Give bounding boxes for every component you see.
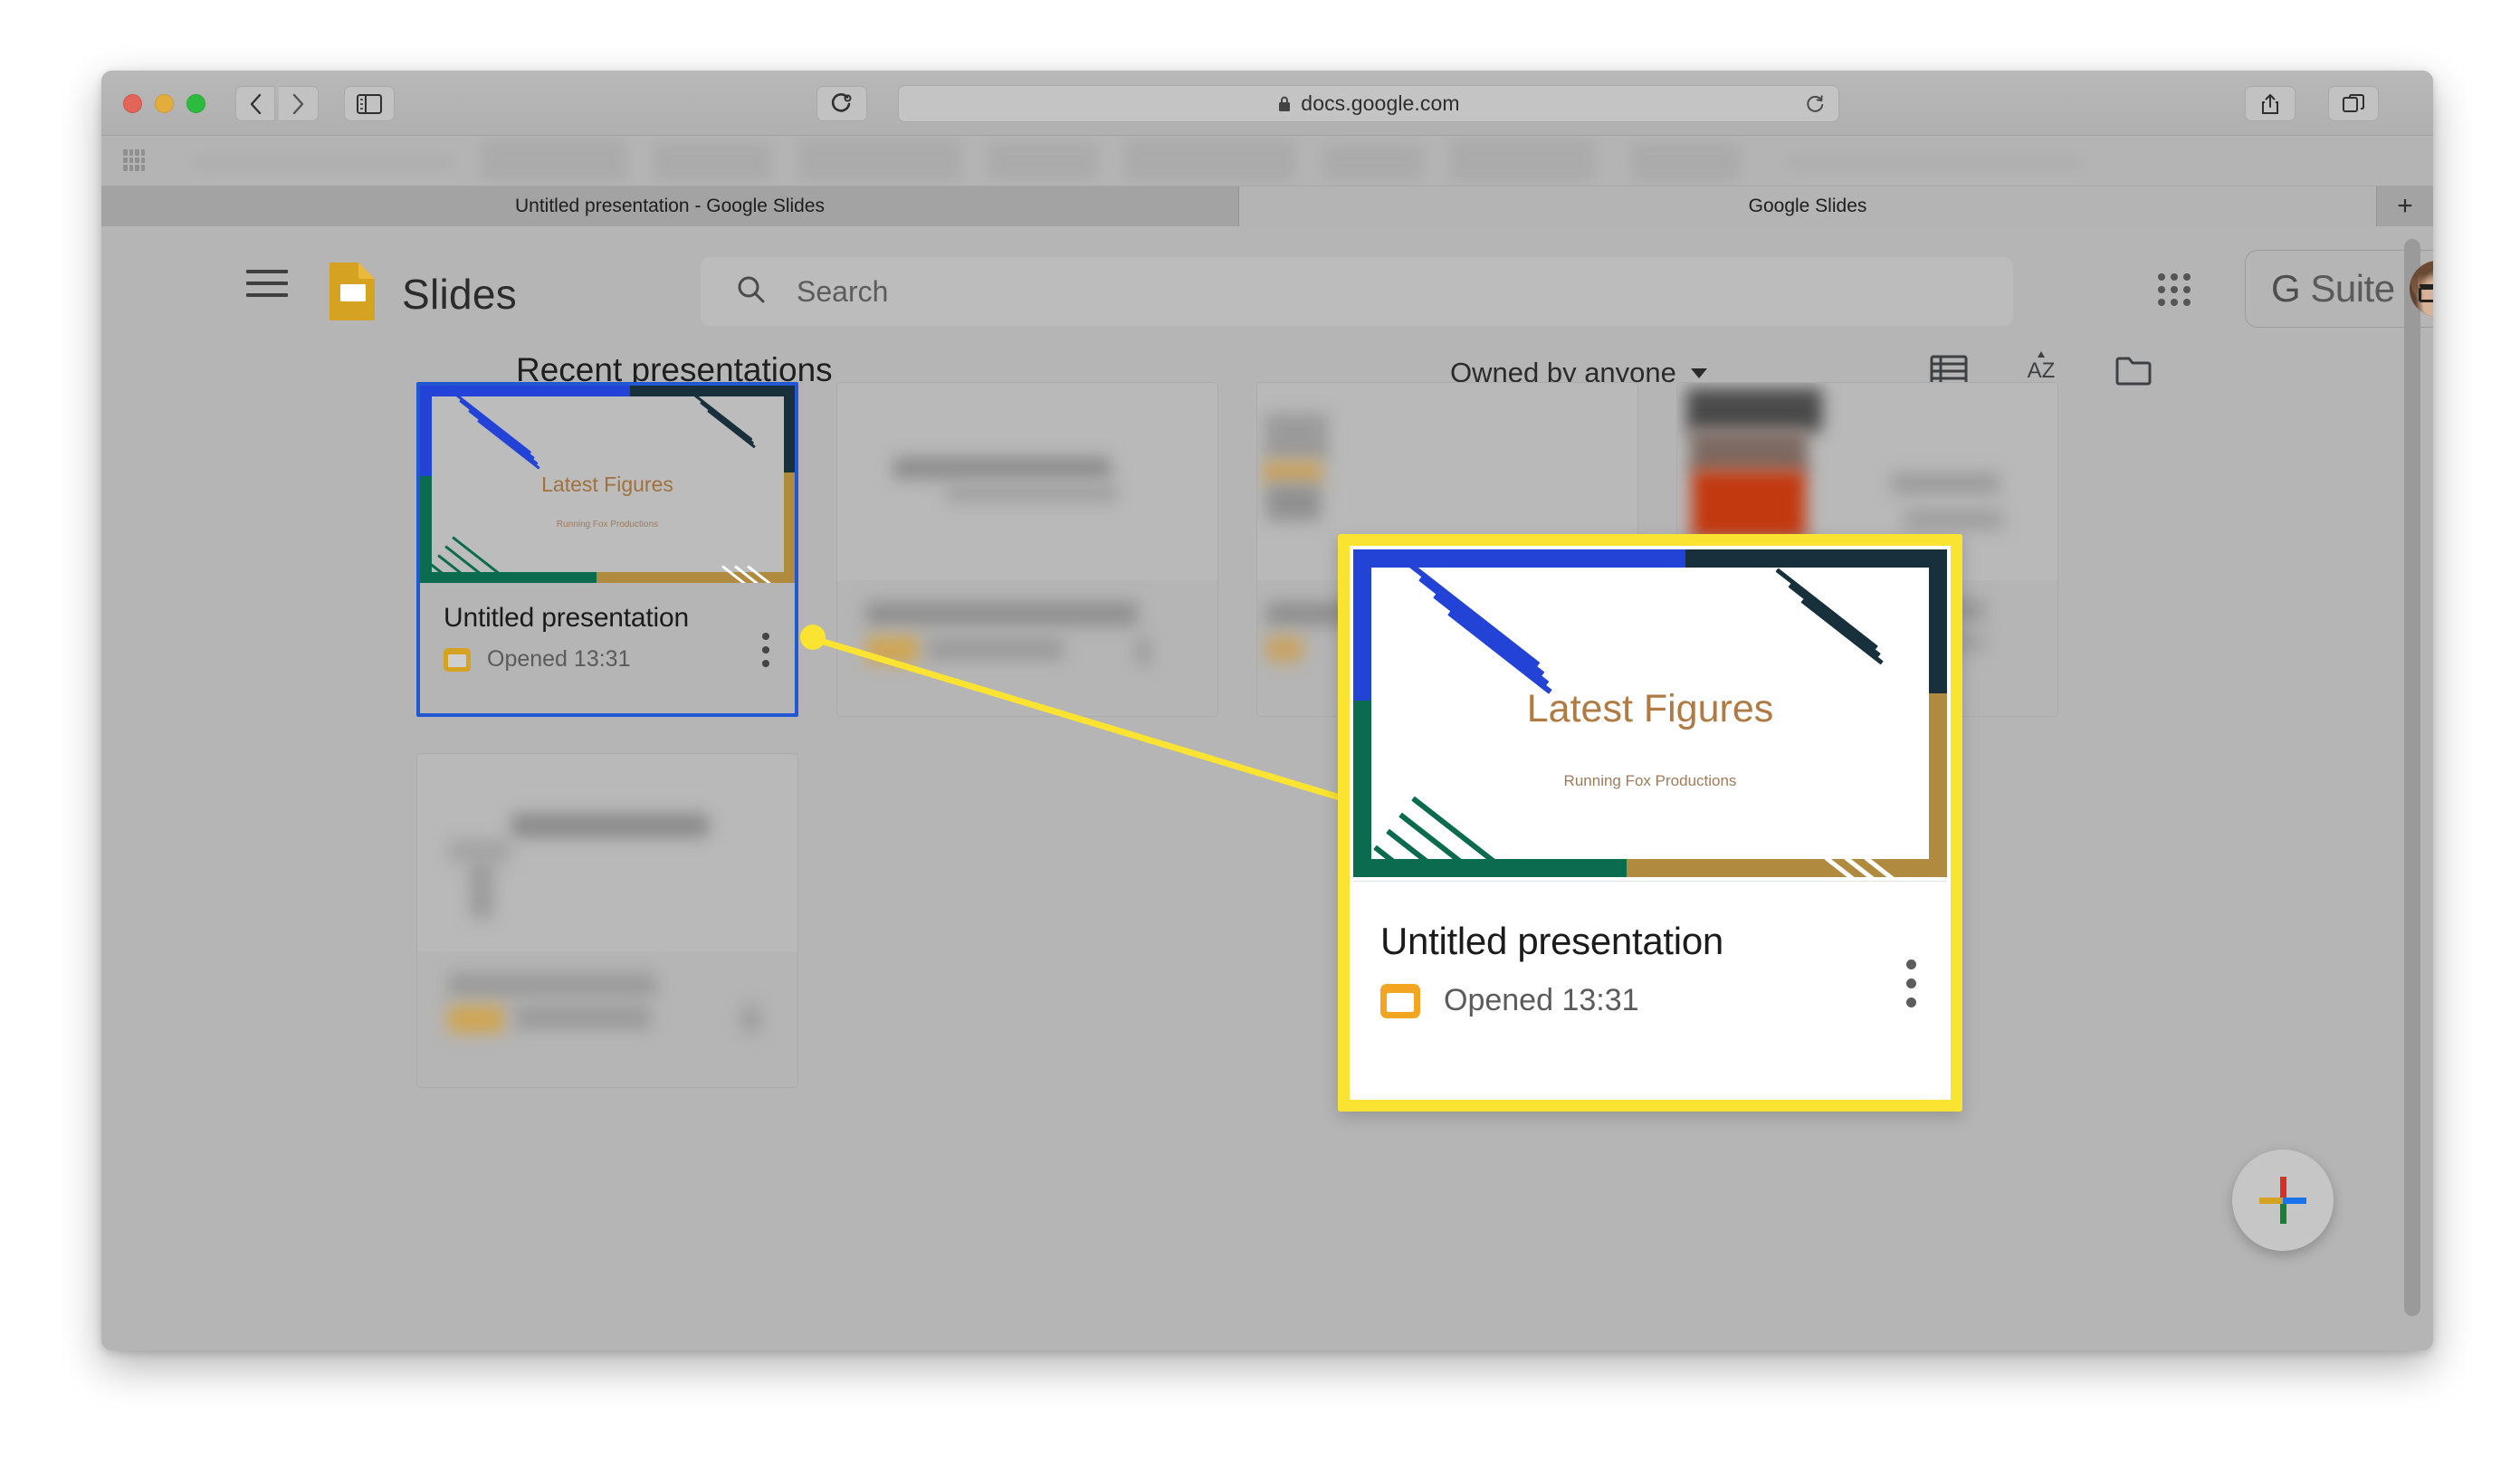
presentation-thumbnail[interactable]: Latest Figures Running Fox Productions	[420, 386, 795, 583]
presentation-card-blurred-1[interactable]	[836, 382, 1218, 717]
bookmarks-grid-icon[interactable]	[123, 149, 145, 171]
reload-button[interactable]	[1804, 93, 1826, 119]
file-picker-folder-icon[interactable]	[2114, 354, 2152, 391]
new-presentation-button[interactable]	[2232, 1150, 2334, 1251]
callout-subrow: Opened 13:31	[1380, 983, 1920, 1018]
reader-view-icon	[831, 92, 852, 112]
page-title: Slides	[402, 271, 518, 318]
account-badge[interactable]: G Suite	[2245, 250, 2433, 328]
presentation-thumbnail[interactable]	[417, 754, 797, 951]
chevron-left-icon	[250, 93, 261, 114]
slide-title-text: Latest Figures	[541, 472, 673, 496]
browser-tab-0[interactable]: Untitled presentation - Google Slides	[101, 186, 1239, 226]
presentation-card-meta: Untitled presentation Opened 13:31	[420, 583, 795, 696]
callout-slide-subtitle: Running Fox Productions	[1563, 772, 1737, 790]
close-window-button[interactable]	[123, 94, 142, 113]
show-all-tabs-icon	[2343, 93, 2364, 112]
screenshot-root: docs.google.com Untitled presentation - …	[0, 0, 2520, 1470]
more-options-kebab-icon[interactable]	[1906, 959, 1916, 1007]
tab-strip: Untitled presentation - Google Slides Go…	[101, 186, 2433, 226]
back-button[interactable]	[235, 86, 275, 121]
avatar[interactable]	[2409, 261, 2433, 317]
callout-opened-time: Opened 13:31	[1444, 983, 1639, 1017]
slide-stripes-topleft	[450, 387, 578, 470]
slides-file-icon	[1380, 983, 1420, 1018]
window-traffic-lights	[123, 94, 205, 113]
presentation-card-meta	[837, 580, 1217, 716]
more-options-kebab-icon[interactable]	[762, 633, 769, 667]
zoomed-presentation-card-callout[interactable]: Latest Figures Running Fox Productions U…	[1338, 534, 1962, 1112]
forward-button[interactable]	[279, 86, 319, 121]
presentation-card-blurred-4[interactable]	[416, 753, 798, 1088]
search-placeholder: Search	[797, 274, 889, 308]
gsuite-suite-word: Suite	[2310, 267, 2395, 310]
search-icon	[735, 273, 768, 310]
slide-stripes-topright	[677, 391, 777, 449]
browser-tab-label: Google Slides	[1748, 196, 1867, 216]
new-tab-button[interactable]: +	[2377, 186, 2433, 226]
bookmarks-bar	[101, 136, 2433, 186]
show-all-tabs-button[interactable]	[2328, 86, 2379, 121]
google-apps-grid-icon[interactable]	[2158, 273, 2191, 306]
reader-view-button[interactable]	[816, 86, 867, 121]
browser-window: docs.google.com Untitled presentation - …	[101, 71, 2433, 1351]
browser-tab-label: Untitled presentation - Google Slides	[514, 196, 826, 216]
presentation-title: Untitled presentation	[444, 603, 689, 633]
lock-icon	[1279, 96, 1291, 111]
slide-stripes-bottomright	[706, 561, 778, 583]
callout-thumbnail[interactable]: Latest Figures Running Fox Productions	[1350, 546, 1951, 881]
browser-tab-1[interactable]: Google Slides	[1239, 186, 2377, 226]
slide-stripes-bottomleft	[429, 532, 547, 583]
slides-home-page: Slides Search G Suite Recent presentatio…	[101, 226, 2433, 1351]
presentation-subrow: Opened 13:31	[444, 646, 771, 673]
maximize-window-button[interactable]	[186, 94, 205, 113]
callout-stripes-bottomleft	[1370, 788, 1569, 877]
share-button[interactable]	[2245, 86, 2296, 121]
presentation-opened-time: Opened 13:31	[487, 646, 631, 672]
share-icon	[2262, 93, 2278, 114]
callout-slide-title: Latest Figures	[1526, 687, 1774, 731]
chevron-right-icon	[292, 93, 304, 114]
browser-titlebar: docs.google.com	[101, 71, 2433, 136]
callout-card-meta: Untitled presentation Opened 13:31	[1350, 882, 1951, 1018]
search-input[interactable]: Search	[701, 257, 2013, 326]
sidebar-toggle-icon	[357, 93, 382, 114]
app-header: Slides Search G Suite	[101, 226, 2433, 339]
address-bar-text: docs.google.com	[1301, 91, 1460, 115]
slide-artwork: Latest Figures Running Fox Productions	[420, 386, 795, 583]
callout-stripes-topleft	[1404, 555, 1614, 694]
svg-text:AZ: AZ	[2028, 358, 2056, 383]
slide-subtitle-text: Running Fox Productions	[556, 520, 659, 530]
reload-icon	[1807, 95, 1824, 112]
sidebar-toggle-button[interactable]	[344, 86, 395, 121]
avatar-glasses	[2418, 284, 2433, 302]
plus-icon	[2258, 1175, 2308, 1226]
minimize-window-button[interactable]	[155, 94, 174, 113]
callout-stripes-bottomright	[1806, 848, 1923, 877]
slides-file-icon	[444, 647, 471, 672]
gsuite-label: G Suite	[2271, 267, 2395, 310]
callout-stripes-topright	[1748, 564, 1920, 665]
callout-slide-artwork: Latest Figures Running Fox Productions	[1353, 549, 1947, 877]
chevron-down-icon	[1690, 368, 1707, 378]
presentation-card-selected[interactable]: Latest Figures Running Fox Productions U…	[416, 382, 798, 717]
gsuite-g-letter: G	[2271, 267, 2301, 310]
presentation-card-meta	[417, 951, 797, 1087]
callout-presentation-title: Untitled presentation	[1380, 920, 1723, 962]
google-slides-logo-icon	[328, 261, 378, 320]
address-bar[interactable]: docs.google.com	[898, 85, 1839, 122]
presentation-thumbnail[interactable]	[837, 383, 1217, 580]
hamburger-menu-icon[interactable]	[246, 270, 288, 297]
